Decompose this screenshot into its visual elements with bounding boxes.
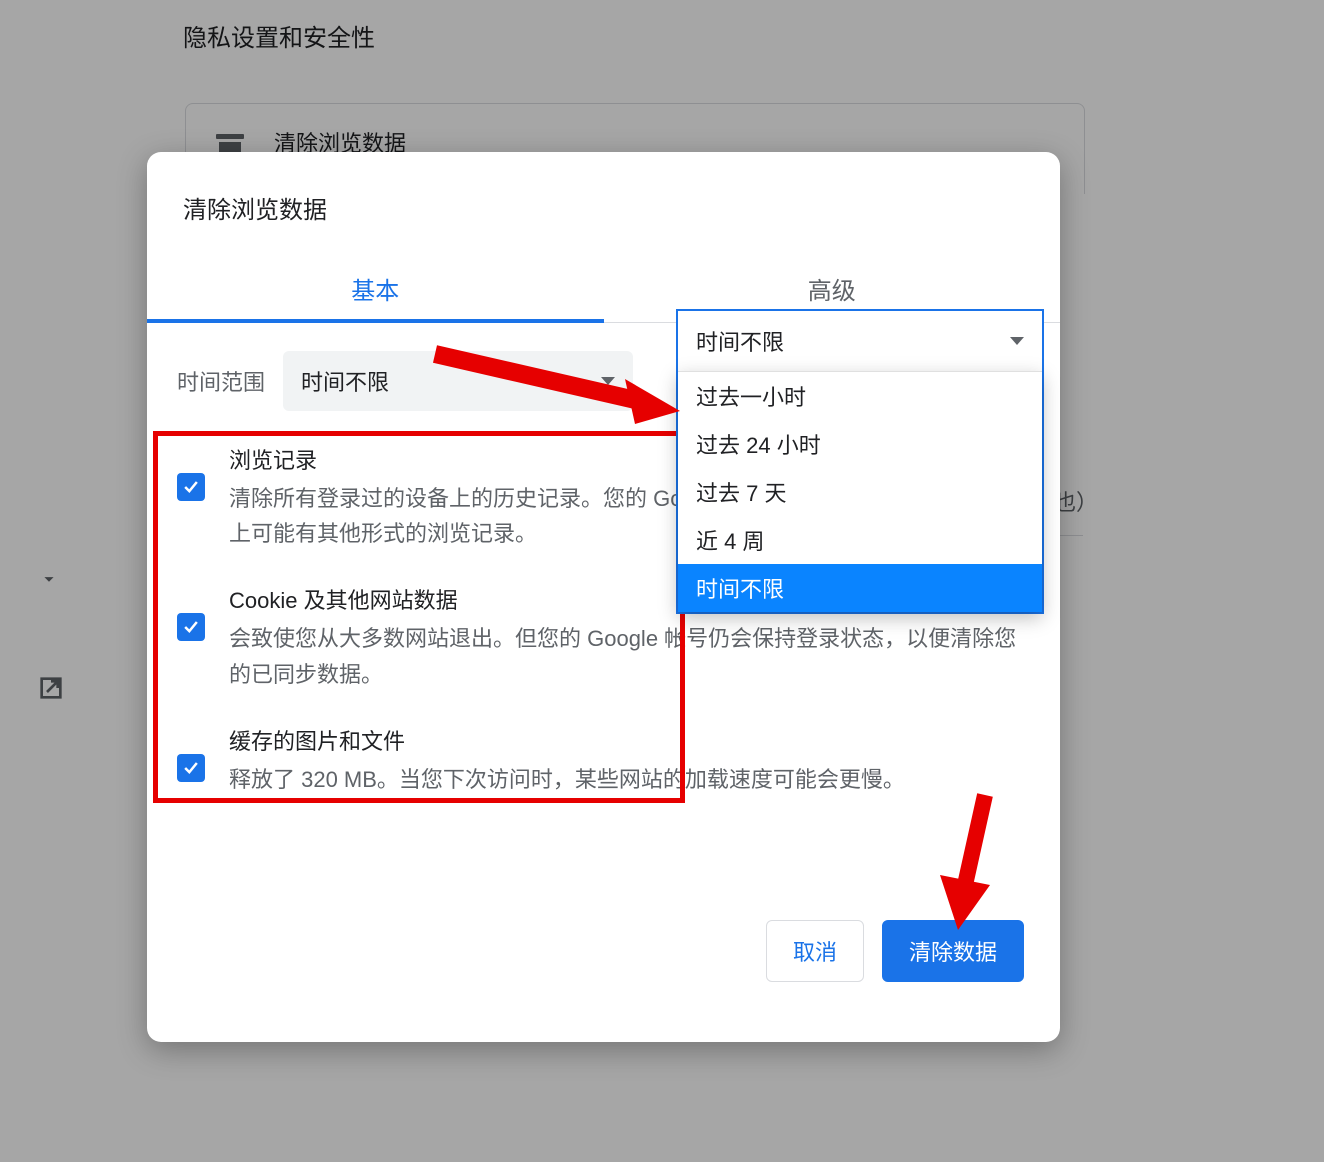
checkbox-cached[interactable]: [177, 754, 205, 782]
dropdown-option[interactable]: 过去 7 天: [678, 468, 1042, 516]
dropdown-option-selected[interactable]: 时间不限: [678, 564, 1042, 612]
dropdown-option[interactable]: 过去一小时: [678, 372, 1042, 420]
item-desc: 会致使您从大多数网站退出。但您的 Google 帐号仍会保持登录状态，以便清除您…: [229, 621, 1030, 691]
time-range-dropdown-open: 时间不限 过去一小时 过去 24 小时 过去 7 天 近 4 周 时间不限: [676, 309, 1044, 614]
item-desc: 释放了 320 MB。当您下次访问时，某些网站的加载速度可能会更慢。: [229, 762, 905, 797]
dropdown-option[interactable]: 过去 24 小时: [678, 420, 1042, 468]
checkbox-cookies[interactable]: [177, 613, 205, 641]
chevron-down-icon: [601, 377, 615, 385]
dialog-title: 清除浏览数据: [147, 152, 1060, 225]
dropdown-list: 过去一小时 过去 24 小时 过去 7 天 近 4 周 时间不限: [678, 371, 1042, 612]
cancel-button[interactable]: 取消: [766, 920, 864, 982]
time-range-value: 时间不限: [301, 365, 389, 397]
item-title: 缓存的图片和文件: [229, 724, 905, 756]
time-range-select[interactable]: 时间不限: [283, 351, 633, 411]
clear-data-button[interactable]: 清除数据: [882, 920, 1024, 982]
dropdown-selected[interactable]: 时间不限: [678, 311, 1042, 371]
dropdown-option[interactable]: 近 4 周: [678, 516, 1042, 564]
chevron-down-icon: [1010, 337, 1024, 345]
tab-basic[interactable]: 基本: [147, 253, 604, 322]
time-range-label: 时间范围: [177, 365, 265, 397]
checkbox-browsing-history[interactable]: [177, 473, 205, 501]
